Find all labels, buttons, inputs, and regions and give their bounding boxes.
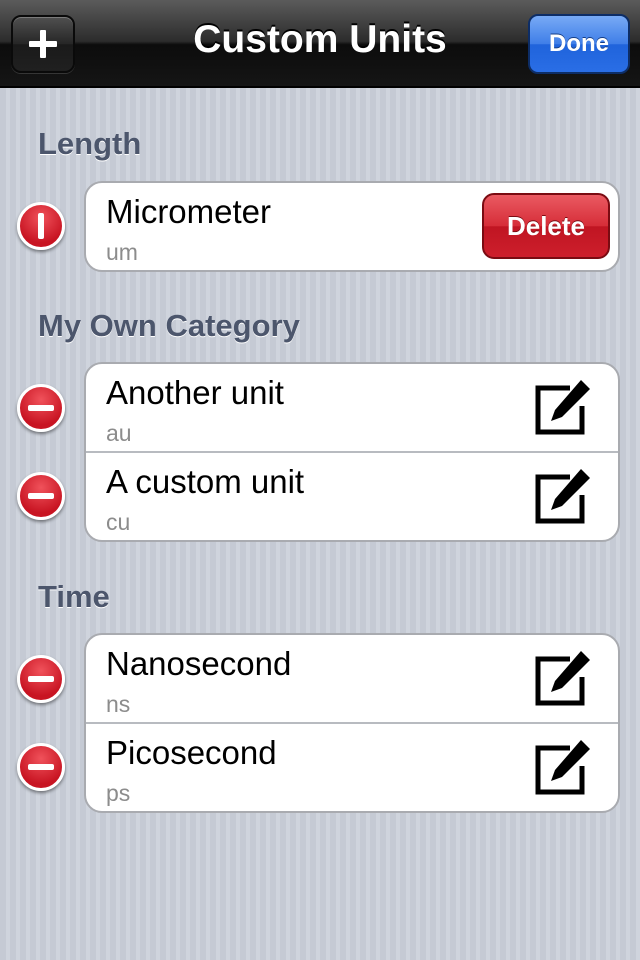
- delete-toggle-a-custom-unit[interactable]: [17, 472, 65, 520]
- plus-icon: [29, 30, 57, 58]
- delete-toggle-micrometer[interactable]: [17, 202, 65, 250]
- unit-symbol: au: [106, 420, 132, 446]
- unit-symbol: cu: [106, 509, 131, 535]
- unit-symbol: ps: [106, 780, 131, 806]
- unit-name: Micrometer: [106, 193, 272, 230]
- done-button[interactable]: Done: [528, 14, 630, 74]
- unit-name: A custom unit: [106, 463, 305, 500]
- add-unit-button[interactable]: [11, 15, 75, 73]
- unit-symbol: ns: [106, 691, 131, 717]
- unit-symbol: um: [106, 239, 138, 265]
- edit-icon[interactable]: [534, 376, 594, 436]
- unit-group-my-own-category: Another unit au A custom unit cu: [84, 362, 620, 542]
- unit-row-another-unit[interactable]: Another unit au: [86, 364, 618, 451]
- unit-row-a-custom-unit[interactable]: A custom unit cu: [86, 451, 618, 540]
- unit-row-micrometer[interactable]: Micrometer um Delete: [86, 183, 618, 270]
- unit-name: Picosecond: [106, 734, 277, 771]
- unit-group-time: Nanosecond ns Picosecond ps: [84, 633, 620, 813]
- section-header-time: Time: [38, 579, 110, 614]
- unit-row-nanosecond[interactable]: Nanosecond ns: [86, 635, 618, 722]
- delete-button[interactable]: Delete: [482, 193, 610, 259]
- unit-group-length: Micrometer um Delete: [84, 181, 620, 272]
- edit-icon[interactable]: [534, 736, 594, 796]
- edit-icon[interactable]: [534, 465, 594, 525]
- unit-name: Nanosecond: [106, 645, 292, 682]
- delete-toggle-another-unit[interactable]: [17, 384, 65, 432]
- unit-row-picosecond[interactable]: Picosecond ps: [86, 722, 618, 811]
- unit-name: Another unit: [106, 374, 284, 411]
- edit-icon[interactable]: [534, 647, 594, 707]
- navigation-bar: Custom Units Done: [0, 0, 640, 88]
- section-header-length: Length: [38, 126, 142, 161]
- delete-toggle-picosecond[interactable]: [17, 743, 65, 791]
- delete-toggle-nanosecond[interactable]: [17, 655, 65, 703]
- section-header-my-own-category: My Own Category: [38, 308, 300, 343]
